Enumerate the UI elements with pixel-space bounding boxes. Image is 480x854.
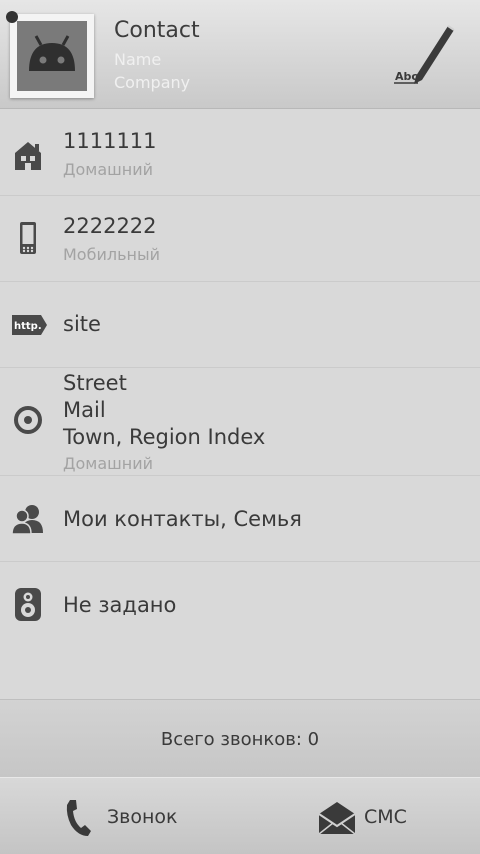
mobile-phone-type: Мобильный xyxy=(63,245,161,264)
web-link-icon: http. xyxy=(10,307,50,343)
contact-title: Contact xyxy=(114,18,200,43)
people-group-icon xyxy=(10,501,46,537)
groups-value: Мои контакты, Семья xyxy=(63,507,302,531)
envelope-icon xyxy=(318,802,356,835)
edit-contact-button[interactable]: Abc xyxy=(388,20,460,90)
website-row[interactable]: http. site xyxy=(0,282,480,368)
sms-button-label: СМС xyxy=(364,806,407,828)
total-calls-text: Всего звонков: 0 xyxy=(160,729,320,750)
sms-button[interactable]: СМС xyxy=(240,778,480,854)
groups-row[interactable]: Мои контакты, Семья xyxy=(0,476,480,562)
presence-dot xyxy=(6,11,18,23)
address-type: Домашний xyxy=(63,454,154,473)
address-row[interactable]: Street Mail Town, Region Index Домашний xyxy=(0,368,480,476)
contact-details-screen: Contact Name Company Abc 1111111 Домашни… xyxy=(0,0,480,854)
address-town: Town, Region Index xyxy=(63,425,266,449)
ringtone-value: Не задано xyxy=(63,593,177,617)
name-field-hint: Name xyxy=(114,50,162,69)
contact-header: Contact Name Company Abc xyxy=(0,0,480,109)
bottom-action-bar: Звонок СМС xyxy=(0,777,480,854)
home-phone-type: Домашний xyxy=(63,160,154,179)
ringtone-row[interactable]: Не задано xyxy=(0,562,480,648)
address-street: Street xyxy=(63,371,127,395)
company-field-hint: Company xyxy=(114,73,191,92)
mobile-phone-row[interactable]: 2222222 Мобильный xyxy=(0,196,480,282)
house-icon xyxy=(10,137,46,173)
web-link-icon-text: http. xyxy=(14,321,42,332)
mobile-phone-icon xyxy=(10,220,46,256)
call-button[interactable]: Звонок xyxy=(0,778,240,854)
edit-icon-text: Abc xyxy=(395,70,418,83)
pen-icon: Abc xyxy=(394,25,455,84)
website-value: site xyxy=(63,312,101,336)
home-phone-row[interactable]: 1111111 Домашний xyxy=(0,109,480,196)
android-avatar-icon xyxy=(17,21,87,91)
phone-handset-icon xyxy=(66,800,91,836)
call-button-label: Звонок xyxy=(107,806,178,828)
call-history-summary[interactable]: Всего звонков: 0 xyxy=(0,699,480,778)
speaker-icon xyxy=(10,586,46,622)
location-target-icon xyxy=(10,402,46,438)
avatar[interactable] xyxy=(10,14,94,98)
home-phone-number: 1111111 xyxy=(63,129,157,153)
mobile-phone-number: 2222222 xyxy=(63,214,157,238)
address-mail: Mail xyxy=(63,398,106,422)
